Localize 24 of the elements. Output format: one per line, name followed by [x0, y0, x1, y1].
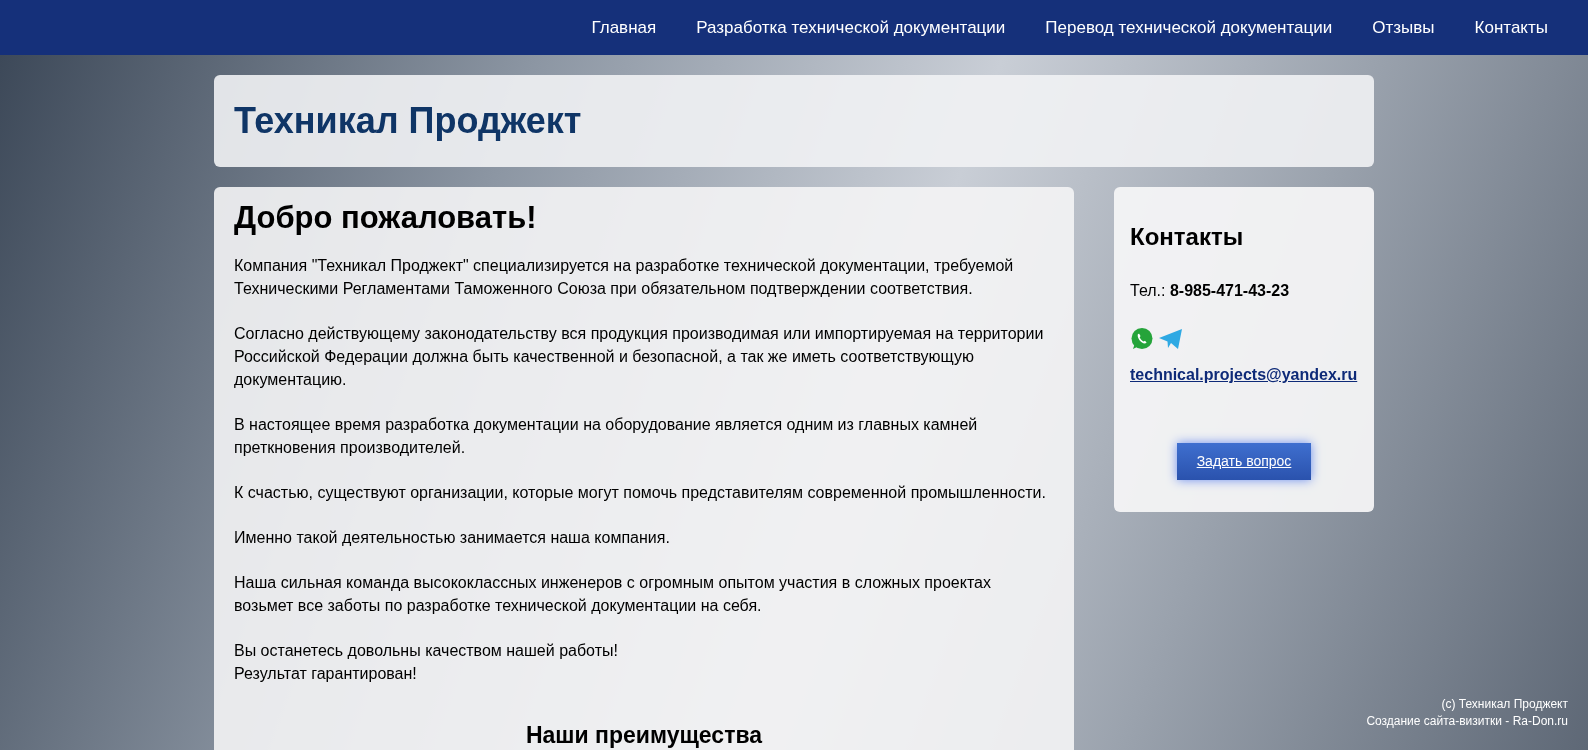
body-paragraph: К счастью, существуют организации, которые могут помочь представителям современной промышленности.	[234, 482, 1047, 503]
nav-link[interactable]: Отзывы	[1372, 14, 1435, 41]
body-paragraph: Результат гарантирован!	[234, 663, 418, 684]
paper-plane-icon[interactable]	[1158, 328, 1184, 350]
body-paragraph: Наша сильная команда высококлассных инженеров с огромным опытом участия в сложных проектах возьмет все заботы по разработке технической документации на себя.	[234, 572, 992, 616]
body-paragraph: Вы останетесь довольны качеством нашей работы!	[234, 640, 619, 661]
phone-text: Тел.: 8-985-471-43-23	[1130, 281, 1291, 301]
nav-link[interactable]: Контакты	[1474, 14, 1548, 41]
body-paragraph: Компания "Техникал Проджект" специализируется на разработке технической документации, требуемой Техническими Регламентами Таможенного Союза при обязательном подтверждении соответствия.	[234, 255, 1015, 299]
nav-link[interactable]: Перевод технической документации	[1045, 14, 1333, 41]
body-paragraph: Согласно действующему законодательству вся продукция производимая или импортируемая на территории Российской Федерации должна быть качественной и безопасной, а так же иметь соответствующую документацию.	[234, 323, 1045, 390]
ask-question-button[interactable]: Задать вопрос	[1176, 443, 1312, 480]
email-link[interactable]: technical.projects@yandex.ru	[1130, 363, 1358, 387]
section-heading: Наши преимущества	[524, 720, 764, 750]
page-heading: Добро пожаловать!	[234, 199, 538, 237]
contacts-heading: Контакты	[1130, 222, 1245, 252]
site-title: Техникал Проджект	[234, 99, 582, 143]
body-paragraph: Именно такой деятельностью занимается наша компания.	[234, 527, 671, 548]
footer-text: Создание сайта-визитки - Ra-Don.ru	[1366, 713, 1568, 730]
body-paragraph: В настоящее время разработка документации на оборудование является одним из главных камней преткновения производителей.	[234, 414, 979, 458]
nav-link[interactable]: Главная	[591, 14, 657, 41]
nav-link[interactable]: Разработка технической документации	[696, 14, 1006, 41]
footer-text: (c) Техникал Проджект	[1441, 696, 1568, 713]
whatsapp-icon[interactable]	[1130, 327, 1154, 351]
